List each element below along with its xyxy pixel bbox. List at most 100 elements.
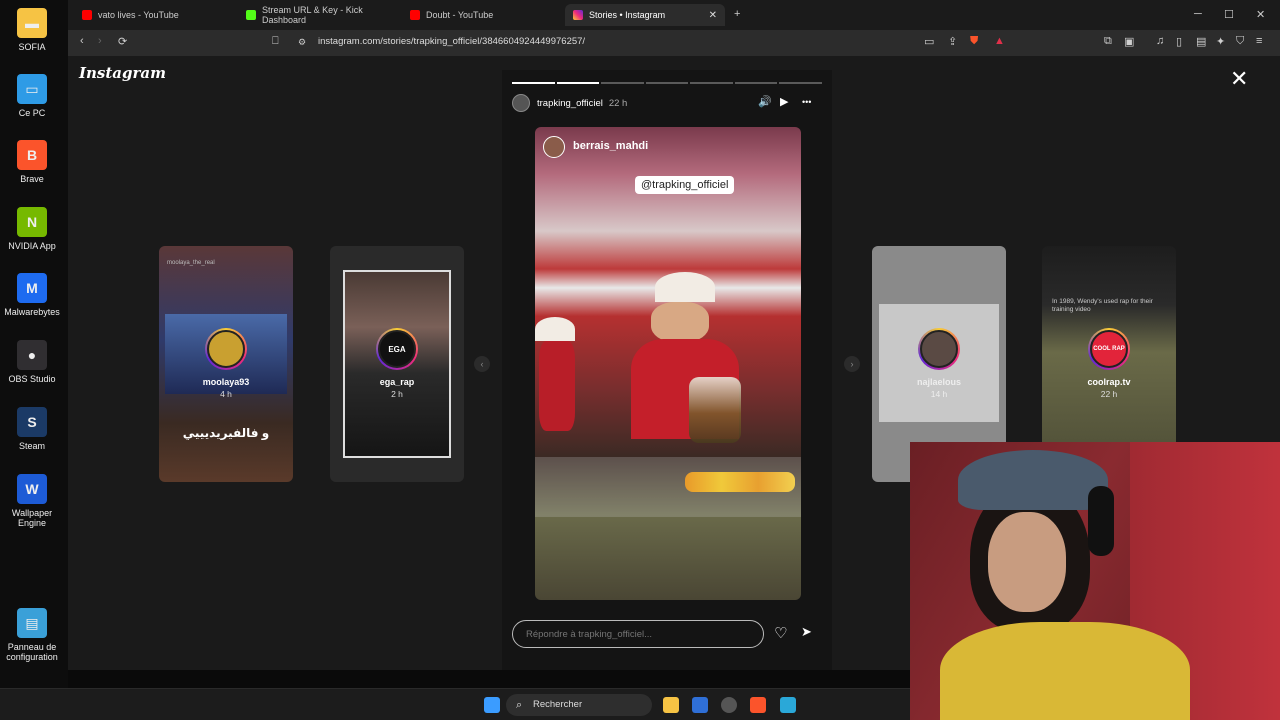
desktop-icon-label: Wallpaper Engine — [11, 508, 53, 528]
chef-shirt-2 — [539, 341, 575, 431]
preview-time: 2 h — [391, 389, 403, 399]
windows-start-icon[interactable] — [484, 697, 500, 713]
obs-icon[interactable] — [721, 697, 737, 713]
share-icon[interactable]: ➤ — [801, 624, 812, 640]
share-page-icon[interactable]: ⇪ — [948, 35, 957, 48]
story-viewer: trapking_officiel 22 h 🔊 ▶ ••• berrais_m… — [502, 70, 832, 670]
progress-segment — [734, 82, 778, 84]
story-username[interactable]: trapking_officiel — [537, 98, 603, 109]
instagram-logo[interactable]: Instagram — [79, 64, 166, 82]
reload-icon[interactable]: ⟳ — [118, 35, 127, 48]
story-photo[interactable]: berrais_mahdi @trapking_officiel — [535, 127, 801, 600]
close-tab-icon[interactable]: ✕ — [709, 10, 717, 21]
tab-label: Stories • Instagram — [589, 10, 666, 20]
desktop-icon-sofia[interactable]: ▬ SOFIA — [0, 8, 64, 52]
vpn-icon[interactable]: ⛉ — [1236, 35, 1244, 48]
desktop-icon-label: Malwarebytes — [4, 307, 60, 317]
close-window-button[interactable]: ✕ — [1256, 8, 1265, 21]
progress-segment — [601, 82, 644, 84]
ce-pc-icon: ▭ — [17, 74, 47, 104]
desktop-icon-label: SOFIA — [18, 42, 46, 52]
tab-label: Stream URL & Key - Kick Dashboard — [262, 5, 363, 25]
progress-segment — [779, 82, 823, 84]
sidebar-icon[interactable]: ▯ — [1176, 35, 1182, 48]
instagram-icon — [573, 10, 583, 20]
new-tab-button[interactable]: + — [734, 8, 740, 20]
menu-icon[interactable]: ≡ — [1256, 35, 1262, 47]
leo-ai-icon[interactable]: ✦ — [1216, 35, 1225, 48]
reply-input[interactable] — [512, 620, 764, 648]
avatar: COOL RAP — [1088, 328, 1130, 370]
avatar — [918, 328, 960, 370]
extensions-icon[interactable]: ⧉ — [1104, 35, 1112, 48]
avatar[interactable] — [512, 94, 530, 112]
face — [988, 512, 1066, 612]
desktop-icon-label: Brave — [20, 174, 44, 184]
yellow-top — [940, 622, 1190, 720]
tab-kick-dashboard[interactable]: Stream URL & Key - Kick Dashboard — [238, 4, 396, 26]
preview-time: 22 h — [1100, 389, 1118, 399]
story-preview-moolaya93[interactable]: moolaya_the_real moolaya93 4 h و فالفيري… — [159, 246, 293, 482]
desktop-icon-obs-studio[interactable]: ● OBS Studio — [0, 340, 64, 384]
url-field[interactable]: instagram.com/stories/trapking_officiel/… — [318, 36, 585, 47]
tab-instagram-stories[interactable]: Stories • Instagram ✕ — [565, 4, 725, 26]
avatar: EGA — [376, 328, 418, 370]
play-icon[interactable]: ▶ — [780, 95, 788, 108]
panneau-de-configuration-icon: ▤ — [17, 608, 47, 638]
brave-rewards-icon[interactable]: ▲ — [994, 35, 1005, 47]
desktop-icon-label: OBS Studio — [8, 374, 56, 384]
desktop-icon-brave[interactable]: B Brave — [0, 140, 64, 184]
file-explorer-icon[interactable] — [663, 697, 679, 713]
progress-segment — [556, 82, 600, 84]
media-icon[interactable]: ♫ — [1156, 35, 1164, 47]
brave-shield-icon[interactable]: ⛊ — [970, 35, 978, 48]
maximize-button[interactable]: ☐ — [1224, 8, 1234, 21]
heart-icon[interactable]: ♡ — [774, 624, 787, 642]
wallpaper-engine-icon: W — [17, 474, 47, 504]
site-info-icon[interactable]: ⚙ — [298, 37, 306, 48]
desktop-icon-label: Ce PC — [18, 108, 46, 118]
wallet-icon-2[interactable]: ▤ — [1196, 35, 1206, 48]
mute-icon[interactable]: 🔊 — [758, 95, 772, 108]
taskbar-search[interactable]: ⌕ Rechercher — [506, 694, 652, 716]
preview-username: coolrap.tv — [1087, 377, 1131, 387]
juice-cup — [689, 377, 741, 443]
story-preview-ega-rap[interactable]: EGA ega_rap 2 h — [330, 246, 464, 482]
desktop-icon-wallpaper-engine[interactable]: W Wallpaper Engine — [0, 474, 64, 528]
desktop-icon-malwarebytes[interactable]: M Malwarebytes — [0, 273, 64, 317]
desktop-icon-ce-pc[interactable]: ▭ Ce PC — [0, 74, 64, 118]
desktop-icon-nvidia-app[interactable]: N NVIDIA App — [0, 207, 64, 251]
kick-icon — [246, 10, 256, 20]
back-icon[interactable]: ‹ — [80, 35, 84, 47]
tab-bar: vato lives - YouTube Stream URL & Key - … — [68, 0, 1280, 30]
forward-icon[interactable]: › — [98, 35, 102, 47]
preview-top-text: moolaya_the_real — [167, 260, 215, 266]
mention-sticker[interactable]: @trapking_officiel — [635, 176, 735, 194]
store-icon[interactable] — [692, 697, 708, 713]
brave-icon: B — [17, 140, 47, 170]
avatar — [543, 136, 565, 158]
tab-youtube-doubt[interactable]: Doubt - YouTube — [402, 4, 560, 26]
steam-icon: S — [17, 407, 47, 437]
notepad-icon[interactable] — [780, 697, 796, 713]
bookmark-icon[interactable]: ⎕ — [272, 35, 279, 48]
address-bar: ‹ › ⟳ ⎕ ⚙ instagram.com/stories/trapking… — [68, 30, 1280, 56]
minimize-button[interactable]: ─ — [1194, 8, 1202, 20]
next-story-button[interactable]: › — [844, 356, 860, 372]
chef-face — [651, 302, 709, 342]
desktop-icon-panneau-de-configuration[interactable]: ▤ Panneau de configuration — [0, 608, 64, 662]
obs-studio-icon: ● — [17, 340, 47, 370]
wallet-icon[interactable]: ▣ — [1124, 35, 1134, 48]
juices — [685, 472, 795, 492]
cast-icon[interactable]: ▭ — [924, 35, 934, 48]
brave-icon[interactable] — [750, 697, 766, 713]
close-stories-button[interactable]: ✕ — [1230, 66, 1248, 92]
more-icon[interactable]: ••• — [802, 97, 811, 107]
headphones — [1088, 486, 1114, 556]
story-time: 22 h — [608, 97, 628, 109]
previous-story-button[interactable]: ‹ — [474, 356, 490, 372]
progress-segment — [512, 82, 555, 84]
desktop-icon-label: Panneau de configuration — [6, 642, 58, 662]
desktop-icon-steam[interactable]: S Steam — [0, 407, 64, 451]
tab-youtube-vato[interactable]: vato lives - YouTube — [74, 4, 232, 26]
